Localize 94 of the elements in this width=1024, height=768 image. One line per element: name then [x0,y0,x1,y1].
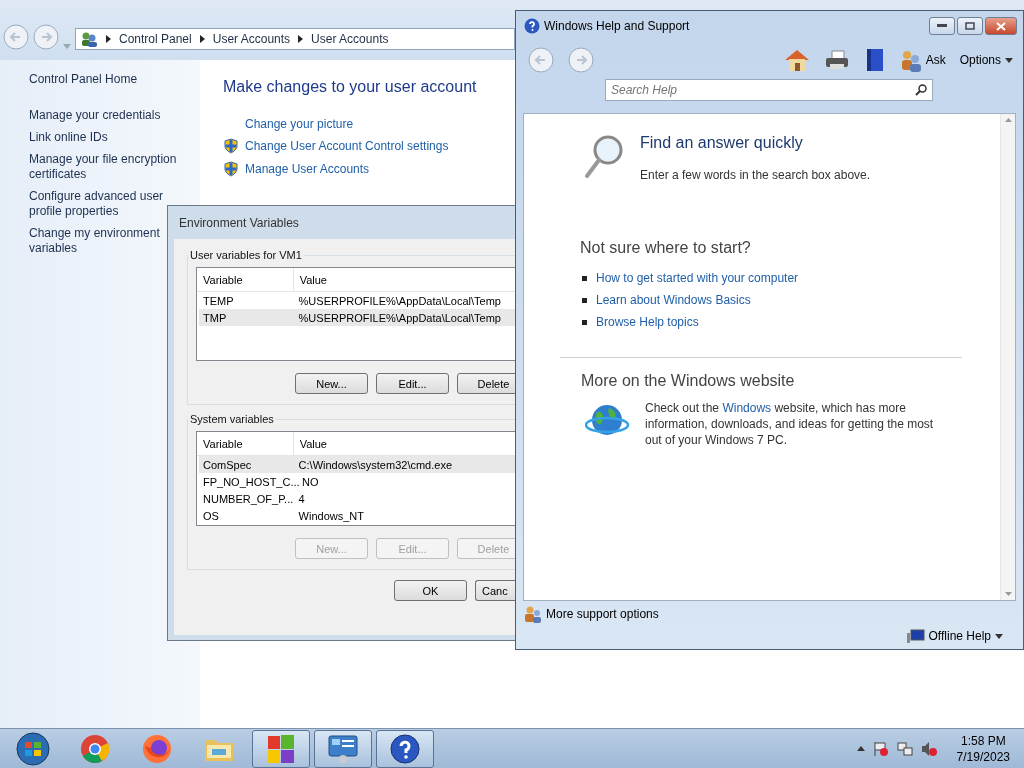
ask-button[interactable]: Ask [899,48,946,72]
bullet-icon [582,297,587,303]
taskbar-button[interactable] [376,729,434,768]
bullet-icon [582,319,587,325]
network-icon[interactable] [896,740,913,757]
sidebar-link[interactable]: Manage your file encryption certificates [29,152,179,182]
breadcrumb-arrow-icon [106,35,111,43]
windows-link[interactable]: Windows [722,401,772,415]
list-cell-text: NO [301,475,320,488]
people-icon [899,48,922,72]
breadcrumb-item[interactable]: User Accounts [212,32,291,46]
breadcrumb-item[interactable]: User Accounts [311,32,389,46]
list-cell-text: 4 [297,492,306,505]
list-cell-text: %USERPROFILE%\AppData\Local\Temp [297,294,502,307]
breadcrumb-arrow-icon [199,35,205,43]
more-support-link[interactable]: More support options [524,605,1003,623]
section-heading: More on the Windows website [581,372,796,390]
control-panel-icon [327,733,359,764]
hint-text: Enter a few words in the search box above. [640,167,871,183]
list-cell-text: OS [202,509,220,522]
section-heading: Not sure where to start? [580,239,752,257]
list-row[interactable]: TMP %USERPROFILE%\AppData\Local\Temp [199,309,515,326]
column-header[interactable]: Variable [197,268,294,291]
window-title: Windows Help and Support [544,19,691,33]
help-icon [524,18,540,34]
variables-list[interactable]: Variable Value TEMP %USERPROFILE%\AppData\Local\Temp TMP %USERPROFILE%\AppData\Local\Temp [196,267,515,361]
bullet-icon [582,275,587,281]
windows-logo-icon [16,731,50,766]
task-link[interactable]: Change User Account Control settings [245,139,449,153]
clock[interactable]: 1:58 PM 7/19/2023 [956,733,1010,764]
list-cell-text: TEMP [202,294,235,307]
shield-icon [223,161,239,177]
firefox-icon [142,733,172,764]
close-icon [996,21,1006,31]
offline-help-menu[interactable]: Offline Help [906,629,1003,643]
list-cell-text: NUMBER_OF_P... [202,492,295,505]
users-icon [80,31,98,47]
address-bar[interactable]: Control Panel User Accounts User Accounts [75,28,515,50]
flag-icon[interactable] [872,740,889,757]
page-heading: Make changes to your user account [223,78,477,96]
taskbar-button[interactable] [314,729,372,768]
breadcrumb-item[interactable]: Control Panel [119,32,192,46]
help-link[interactable]: How to get started with your computer [596,271,799,285]
section-heading: Find an answer quickly [640,134,804,152]
close-button[interactable] [985,17,1017,35]
dialog-button[interactable]: Delete [457,373,515,394]
dialog-button[interactable]: New... [295,373,368,394]
show-hidden-icons[interactable] [856,746,865,751]
task-link[interactable]: Manage User Accounts [245,162,370,176]
variables-list[interactable]: Variable Value ComSpec C:\Windows\system32\cmd.exe FP_NO_HOST_C... NO NUMBER_OF_P... 4 OS Windows_NT [196,431,515,526]
list-cell-text: C:\Windows\system32\cmd.exe [297,458,453,471]
shield-icon [223,138,239,154]
help-link[interactable]: Browse Help topics [596,315,699,329]
caret-icon [1005,57,1013,63]
options-menu[interactable]: Options [959,53,1013,67]
column-header[interactable]: Variable [197,432,294,455]
sidebar-link[interactable]: Link online IDs [29,130,179,145]
volume-muted-icon[interactable] [920,740,937,757]
website-paragraph: Check out the Windows website, which has more information, downloads, and ideas for getting the most out of your Windows 7 PC. [645,400,935,448]
task-link[interactable]: Change your picture [245,117,354,131]
list-cell-text: %USERPROFILE%\AppData\Local\Temp [297,311,502,324]
list-cell-text: TMP [202,311,228,324]
help-link[interactable]: Learn about Windows Basics [596,293,751,307]
dialog-title: Environment Variables [178,215,300,232]
list-row[interactable]: ComSpec C:\Windows\system32\cmd.exe [199,456,515,473]
colored-squares-icon [266,732,296,765]
people-icon [524,605,542,623]
minimize-icon [937,24,947,28]
scrollbar[interactable] [1000,114,1015,600]
maximize-button[interactable] [957,17,983,35]
chrome-icon [80,733,110,764]
search-icon[interactable] [915,84,927,96]
scroll-down-icon[interactable] [1004,592,1012,596]
list-cell-text: ComSpec [202,458,253,471]
list-cell-text: FP_NO_HOST_C... [202,475,298,488]
breadcrumb-arrow-icon [298,35,304,43]
ok-button[interactable]: OK [394,580,467,601]
computer-icon [906,629,925,643]
minimize-button[interactable] [929,17,955,35]
sidebar-link[interactable]: Manage your credentials [29,108,179,123]
group-title: System variables [189,413,275,425]
home-icon[interactable] [783,48,810,72]
cancel-button[interactable]: Canc [475,580,515,601]
maximize-icon [965,22,975,30]
search-field[interactable]: Search Help [605,79,933,101]
help-icon [390,733,420,764]
dialog-button[interactable]: Edit... [376,373,449,394]
group-title: User variables for VM1 [189,249,303,261]
printer-icon[interactable] [823,49,850,71]
taskbar-button[interactable] [252,729,310,768]
list-cell-text: Windows_NT [297,509,365,522]
scroll-up-icon[interactable] [1004,118,1012,122]
sidebar-link[interactable]: Control Panel Home [29,72,179,87]
caret-icon [995,633,1003,639]
